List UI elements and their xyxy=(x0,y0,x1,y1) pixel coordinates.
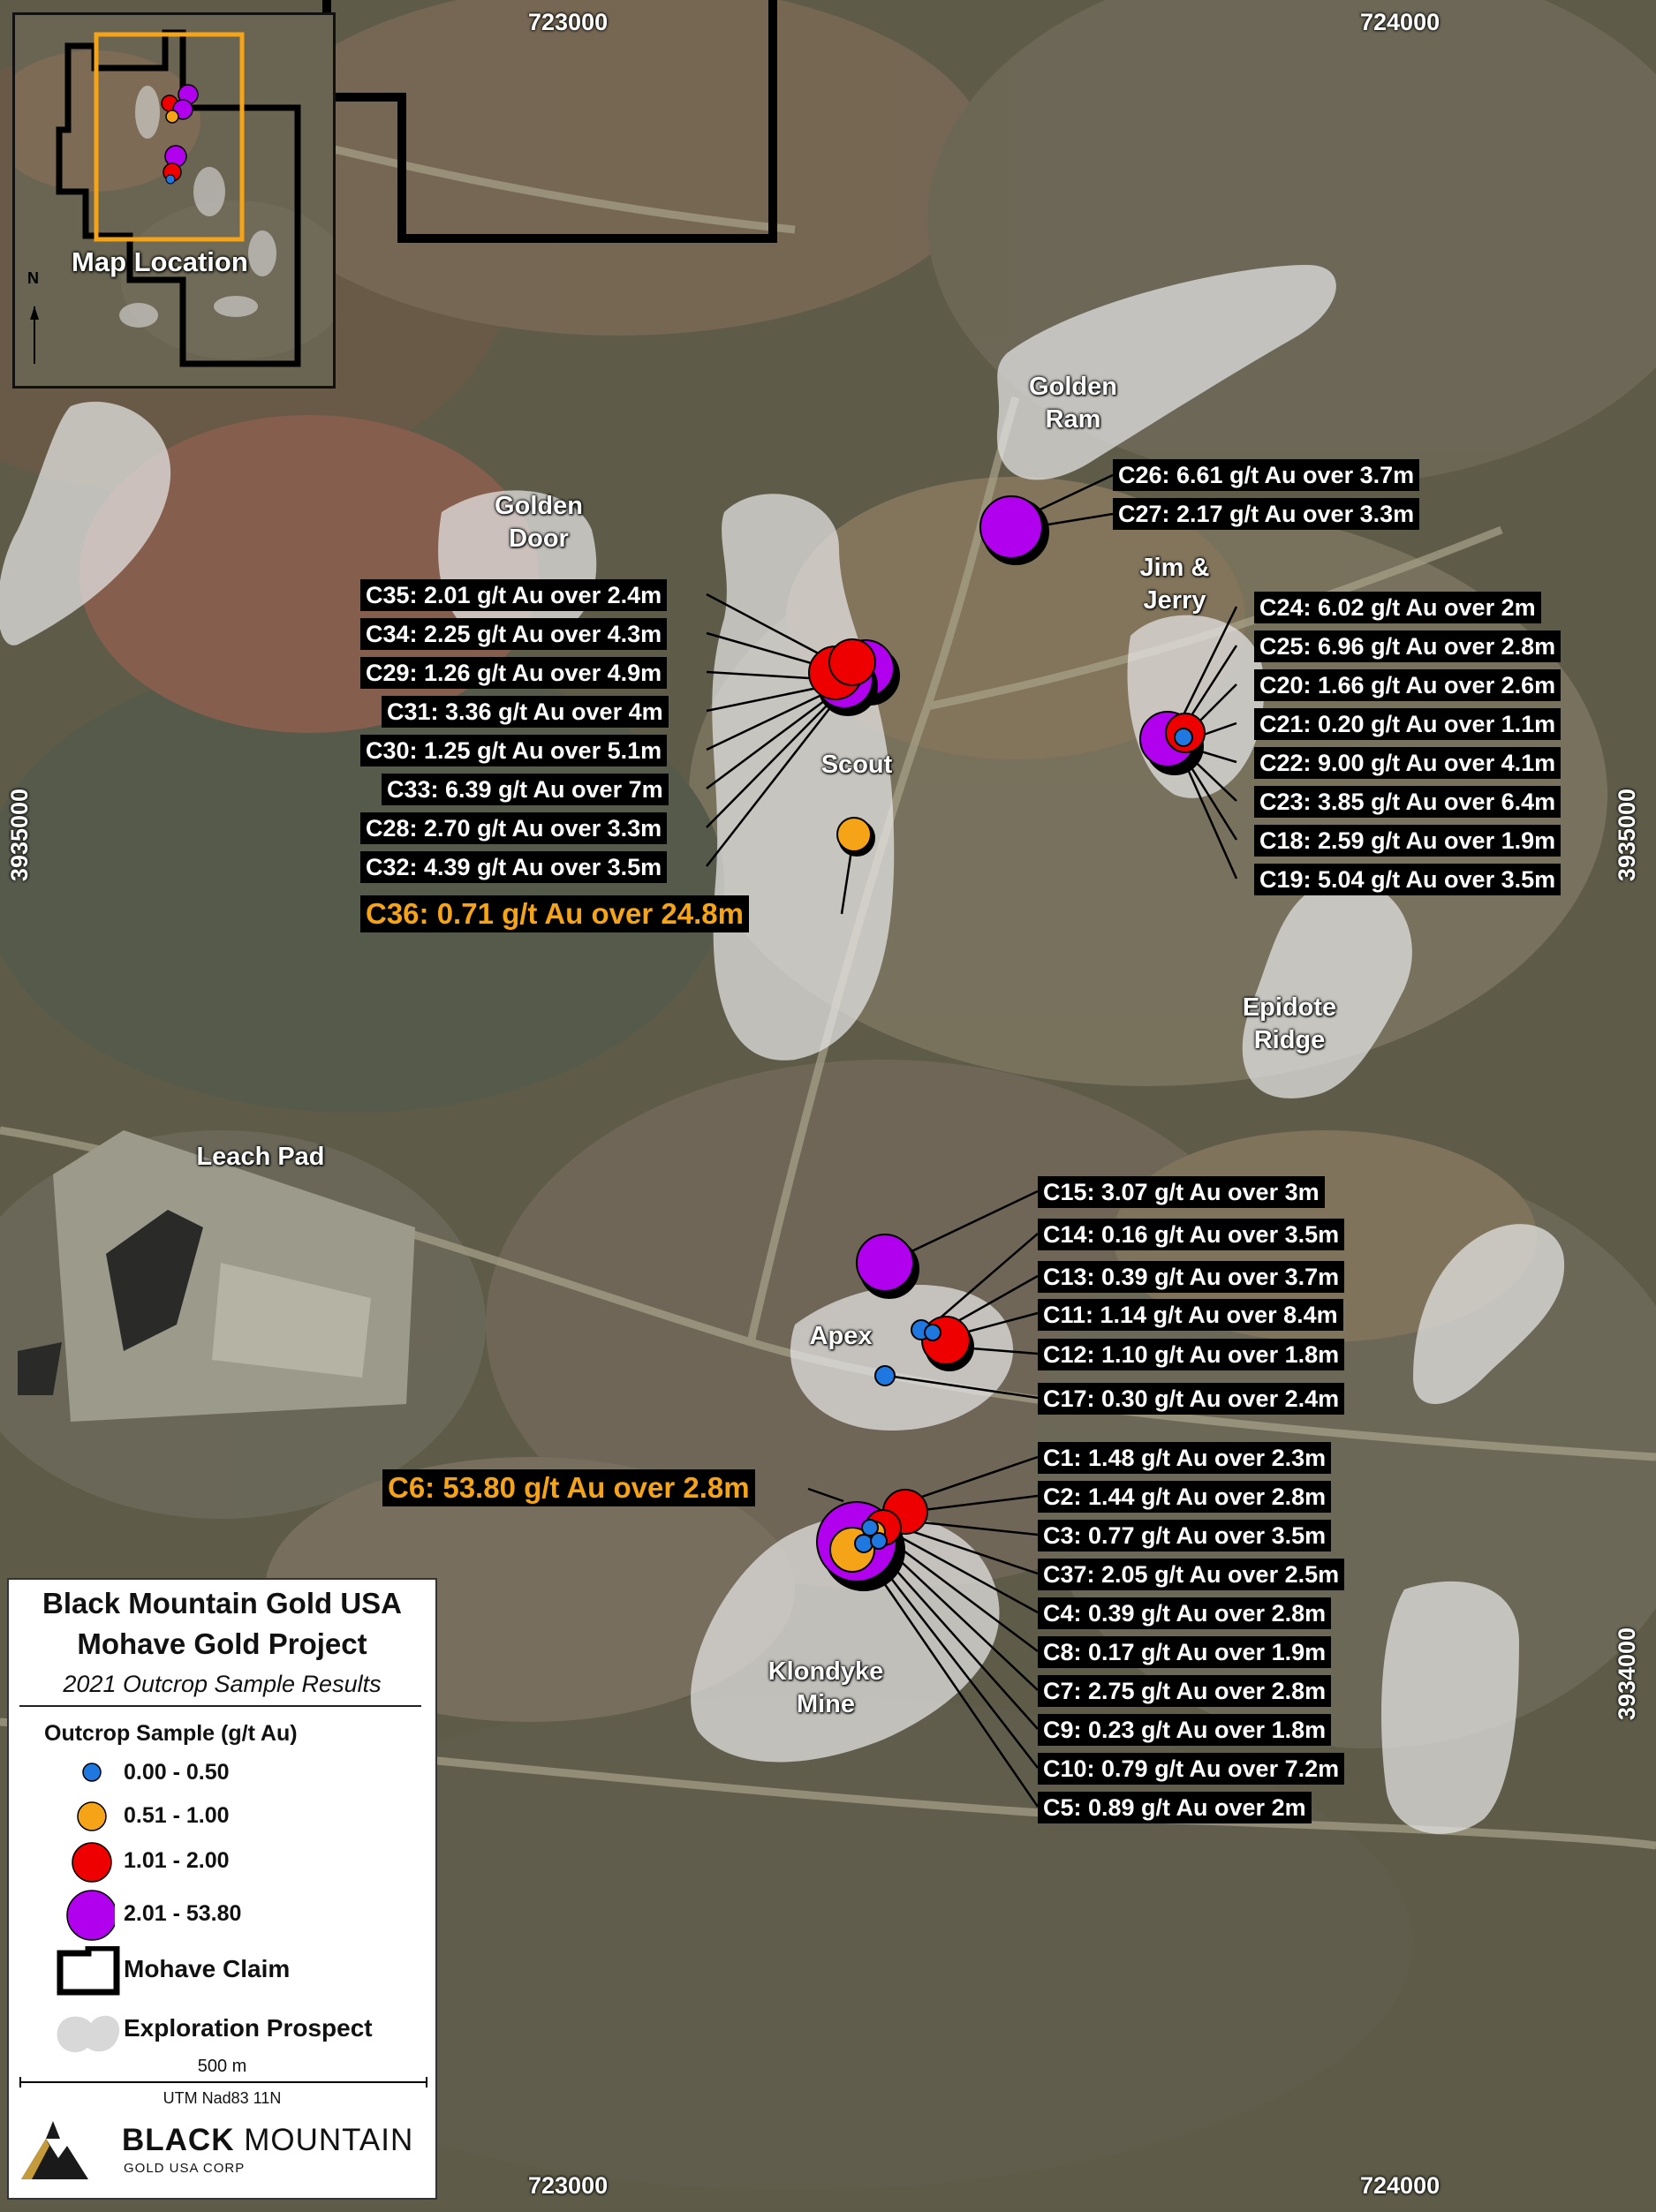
easting-label-bottom-2: 724000 xyxy=(1360,2172,1440,2199)
sample-label-c23: C23: 3.85 g/t Au over 6.4m xyxy=(1254,786,1561,818)
sample-c9 xyxy=(870,1532,888,1550)
sample-label-c21: C21: 0.20 g/t Au over 1.1m xyxy=(1254,708,1561,740)
sample-c17 xyxy=(874,1365,896,1386)
sample-label-c18: C18: 2.59 g/t Au over 1.9m xyxy=(1254,825,1561,857)
scale-bar xyxy=(19,2077,427,2087)
sample-label-c28: C28: 2.70 g/t Au over 3.3m xyxy=(360,812,668,844)
sample-label-c5: C5: 0.89 g/t Au over 2m xyxy=(1038,1792,1312,1823)
sample-c30 xyxy=(828,638,876,686)
sample-label-c12: C12: 1.10 g/t Au over 1.8m xyxy=(1038,1339,1345,1370)
place-klondyke-mine: Klondyke Mine xyxy=(768,1657,884,1718)
sample-label-c37: C37: 2.05 g/t Au over 2.5m xyxy=(1038,1559,1345,1590)
inset-title: Map Location xyxy=(72,246,248,277)
legend-divider xyxy=(19,1705,421,1707)
logo-name-2: MOUNTAIN xyxy=(244,2123,414,2157)
place-epidote-ridge: Epidote Ridge xyxy=(1242,993,1337,1054)
sample-label-c1: C1: 1.48 g/t Au over 2.3m xyxy=(1038,1442,1332,1474)
sample-label-c2: C2: 1.44 g/t Au over 2.8m xyxy=(1038,1481,1332,1513)
legend-symbol-orange xyxy=(77,1801,107,1831)
place-golden-ram: Golden Ram xyxy=(1029,373,1117,434)
sample-label-c6: C6: 53.80 g/t Au over 2.8m xyxy=(382,1469,755,1506)
sample-label-c19: C19: 5.04 g/t Au over 3.5m xyxy=(1254,864,1561,895)
company-logo-icon xyxy=(21,2121,88,2179)
sample-label-c9: C9: 0.23 g/t Au over 1.8m xyxy=(1038,1714,1332,1746)
scale-label: 500 m xyxy=(197,2057,247,2076)
sample-label-c4: C4: 0.39 g/t Au over 2.8m xyxy=(1038,1597,1332,1629)
projection-label: UTM Nad83 11N xyxy=(163,2089,282,2107)
legend-title-project: Mohave Gold Project xyxy=(77,1627,367,1660)
inset-north-label: N xyxy=(27,269,39,287)
place-jim-jerry: Jim & Jerry xyxy=(1139,554,1210,615)
northing-label-right-2: 3934000 xyxy=(1614,1627,1641,1721)
place-apex: Apex xyxy=(809,1322,873,1350)
logo-name-1: BLACK xyxy=(122,2123,235,2157)
sample-label-c20: C20: 1.66 g/t Au over 2.6m xyxy=(1254,669,1561,701)
sample-label-c29: C29: 1.26 g/t Au over 4.9m xyxy=(360,657,668,689)
sample-label-c25: C25: 6.96 g/t Au over 2.8m xyxy=(1254,630,1561,662)
easting-label-top-1: 723000 xyxy=(528,9,609,35)
sample-label-c3: C3: 0.77 g/t Au over 3.5m xyxy=(1038,1520,1332,1551)
logo-name: BLACK MOUNTAIN xyxy=(122,2123,413,2158)
sample-label-c8: C8: 0.17 g/t Au over 1.9m xyxy=(1038,1636,1332,1668)
sample-c13 xyxy=(924,1324,941,1341)
easting-label-top-2: 724000 xyxy=(1360,9,1440,35)
legend-subtitle: 2021 Outcrop Sample Results xyxy=(63,1671,382,1697)
legend-class-1: 0.00 - 0.50 xyxy=(124,1760,230,1785)
sample-label-c26: C26: 6.61 g/t Au over 3.7m xyxy=(1113,459,1420,491)
sample-label-c30: C30: 1.25 g/t Au over 5.1m xyxy=(360,735,668,766)
sample-label-c22: C22: 9.00 g/t Au over 4.1m xyxy=(1254,747,1561,779)
sample-label-c17: C17: 0.30 g/t Au over 2.4m xyxy=(1038,1383,1345,1415)
easting-label-bottom-1: 723000 xyxy=(528,2172,609,2199)
sample-c36 xyxy=(836,817,872,852)
prospect-east-2 xyxy=(1381,1581,1519,1834)
sample-c15 xyxy=(856,1234,914,1292)
sample-label-c35: C35: 2.01 g/t Au over 2.4m xyxy=(360,579,668,611)
sample-label-c24: C24: 6.02 g/t Au over 2m xyxy=(1254,592,1541,623)
map-legend: Black Mountain Gold USA Mohave Gold Proj… xyxy=(7,1578,437,2200)
sample-label-c27: C27: 2.17 g/t Au over 3.3m xyxy=(1113,498,1420,530)
sample-label-c7: C7: 2.75 g/t Au over 2.8m xyxy=(1038,1675,1332,1707)
legend-symbol-red xyxy=(72,1842,112,1883)
legend-class-2: 0.51 - 1.00 xyxy=(124,1803,230,1828)
legend-section-title: Outcrop Sample (g/t Au) xyxy=(44,1721,298,1746)
legend-claim-label: Mohave Claim xyxy=(124,1955,291,1982)
legend-symbol-blue xyxy=(82,1763,102,1782)
logo-tagline: GOLD USA CORP xyxy=(124,2161,246,2176)
location-inset-map: N Map Location xyxy=(12,12,336,389)
sample-label-c15: C15: 3.07 g/t Au over 3m xyxy=(1038,1176,1325,1208)
legend-title-company: Black Mountain Gold USA xyxy=(42,1587,403,1619)
northing-label-right-1: 3935000 xyxy=(1614,788,1641,882)
sample-label-c32: C32: 4.39 g/t Au over 3.5m xyxy=(360,851,668,883)
sample-label-c31: C31: 3.36 g/t Au over 4m xyxy=(382,696,669,728)
sample-label-c36: C36: 0.71 g/t Au over 24.8m xyxy=(360,895,749,932)
northing-label-left: 3935000 xyxy=(6,788,34,882)
place-scout: Scout xyxy=(820,751,893,779)
legend-prospect-label: Exploration Prospect xyxy=(124,2014,373,2042)
sample-label-c33: C33: 6.39 g/t Au over 7m xyxy=(382,774,669,805)
legend-class-3: 1.01 - 2.00 xyxy=(124,1848,230,1873)
sample-label-c34: C34: 2.25 g/t Au over 4.3m xyxy=(360,618,668,650)
legend-symbols xyxy=(66,1763,115,1941)
sample-label-c14: C14: 0.16 g/t Au over 3.5m xyxy=(1038,1219,1345,1250)
legend-symbol-purple xyxy=(66,1890,115,1941)
sample-c21 xyxy=(1174,728,1193,747)
sample-label-c13: C13: 0.39 g/t Au over 3.7m xyxy=(1038,1261,1345,1293)
place-golden-door: Golden Door xyxy=(495,492,583,553)
sample-label-c10: C10: 0.79 g/t Au over 7.2m xyxy=(1038,1753,1345,1785)
legend-class-4: 2.01 - 53.80 xyxy=(124,1901,242,1926)
place-leach-pad: Leach Pad xyxy=(196,1143,325,1171)
inset-canvas xyxy=(15,15,333,386)
sample-label-c11: C11: 1.14 g/t Au over 8.4m xyxy=(1038,1299,1343,1331)
sample-c26 xyxy=(979,495,1043,559)
sample-c4 xyxy=(854,1534,873,1553)
claim-symbol-icon xyxy=(57,1946,120,1996)
